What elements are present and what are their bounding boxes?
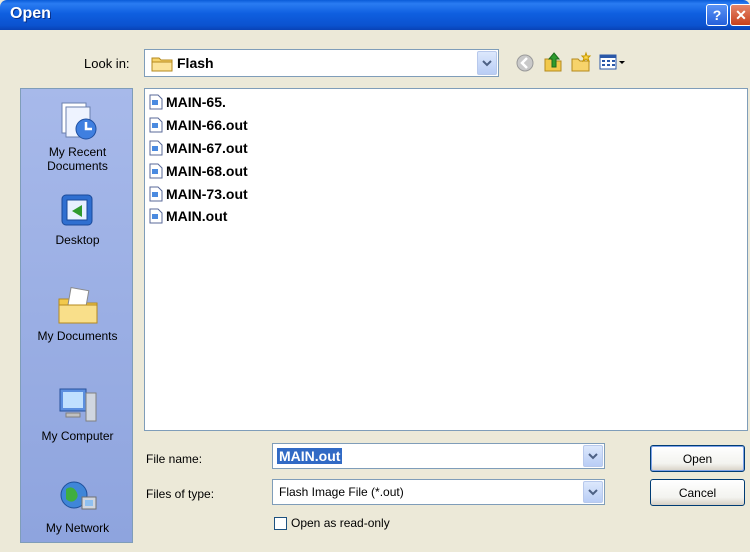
back-arrow-icon <box>516 54 534 72</box>
file-type-dropdown-button[interactable] <box>583 481 603 503</box>
file-item[interactable]: MAIN-67.out <box>149 138 248 158</box>
file-name-input[interactable]: MAIN.out <box>277 448 343 464</box>
chevron-down-icon <box>588 489 598 496</box>
place-label: My Computer <box>41 429 114 443</box>
chevron-down-icon <box>588 453 598 460</box>
desktop-icon <box>61 194 92 226</box>
file-icon <box>149 94 163 110</box>
read-only-checkbox[interactable] <box>274 516 287 530</box>
file-type-combo[interactable]: Flash Image File (*.out) <box>272 479 605 505</box>
new-folder-icon <box>571 51 592 72</box>
chevron-down-icon <box>482 60 492 67</box>
place-desktop[interactable]: Desktop <box>21 191 132 247</box>
place-label: Desktop <box>55 233 100 247</box>
window-title: Open <box>10 5 51 22</box>
file-item[interactable]: MAIN-73.out <box>149 184 248 204</box>
back-button[interactable] <box>515 53 535 76</box>
place-label: My Documents <box>37 329 118 343</box>
place-my-computer[interactable]: My Computer <box>21 385 132 443</box>
file-icon <box>149 117 163 133</box>
file-icon <box>149 186 163 202</box>
cancel-button[interactable]: Cancel <box>650 479 745 506</box>
file-name-dropdown-button[interactable] <box>583 445 603 467</box>
recent-documents-icon <box>61 102 96 140</box>
up-folder-button[interactable] <box>543 51 563 76</box>
place-label: My Network <box>45 521 110 535</box>
file-item[interactable]: MAIN-66.out <box>149 115 248 135</box>
folder-icon <box>151 57 173 72</box>
file-item[interactable]: MAIN-65. <box>149 92 226 112</box>
file-item[interactable]: MAIN.out <box>149 206 227 226</box>
file-item[interactable]: MAIN-68.out <box>149 161 248 181</box>
file-icon <box>149 163 163 179</box>
look-in-value: Flash <box>177 55 214 71</box>
file-type-value: Flash Image File (*.out) <box>279 485 404 499</box>
place-label: My Recent Documents <box>47 145 108 173</box>
read-only-option[interactable]: Open as read-only <box>274 514 390 532</box>
look-in-combo[interactable]: Flash <box>144 49 499 77</box>
my-network-icon <box>60 481 96 510</box>
my-documents-icon <box>58 287 97 324</box>
view-menu-button[interactable] <box>599 52 627 75</box>
title-bar: Open ? ✕ <box>0 0 750 30</box>
read-only-label: Open as read-only <box>291 516 390 530</box>
look-in-label: Look in: <box>84 56 130 71</box>
file-icon <box>149 208 163 224</box>
up-folder-icon <box>544 52 562 72</box>
my-computer-icon <box>59 388 96 422</box>
close-button[interactable]: ✕ <box>730 4 750 26</box>
file-name-combo[interactable]: MAIN.out <box>272 443 605 469</box>
places-bar: My Recent Documents Desktop My Documents… <box>20 88 133 543</box>
place-my-documents[interactable]: My Documents <box>21 285 132 343</box>
file-type-label: Files of type: <box>146 487 215 501</box>
new-folder-button[interactable] <box>570 51 592 76</box>
open-button[interactable]: Open <box>650 445 745 472</box>
help-button[interactable]: ? <box>706 4 728 26</box>
file-name-label: File name: <box>146 452 203 466</box>
place-my-recent-documents[interactable]: My Recent Documents <box>21 99 132 173</box>
place-my-network[interactable]: My Network <box>21 477 132 535</box>
help-icon: ? <box>712 7 722 23</box>
look-in-dropdown-button[interactable] <box>477 51 497 75</box>
close-icon: ✕ <box>735 6 747 23</box>
view-menu-icon <box>599 54 625 70</box>
file-icon <box>149 140 163 156</box>
file-list[interactable]: MAIN-65. MAIN-66.out MAIN-67.out MAIN-68… <box>144 88 748 431</box>
